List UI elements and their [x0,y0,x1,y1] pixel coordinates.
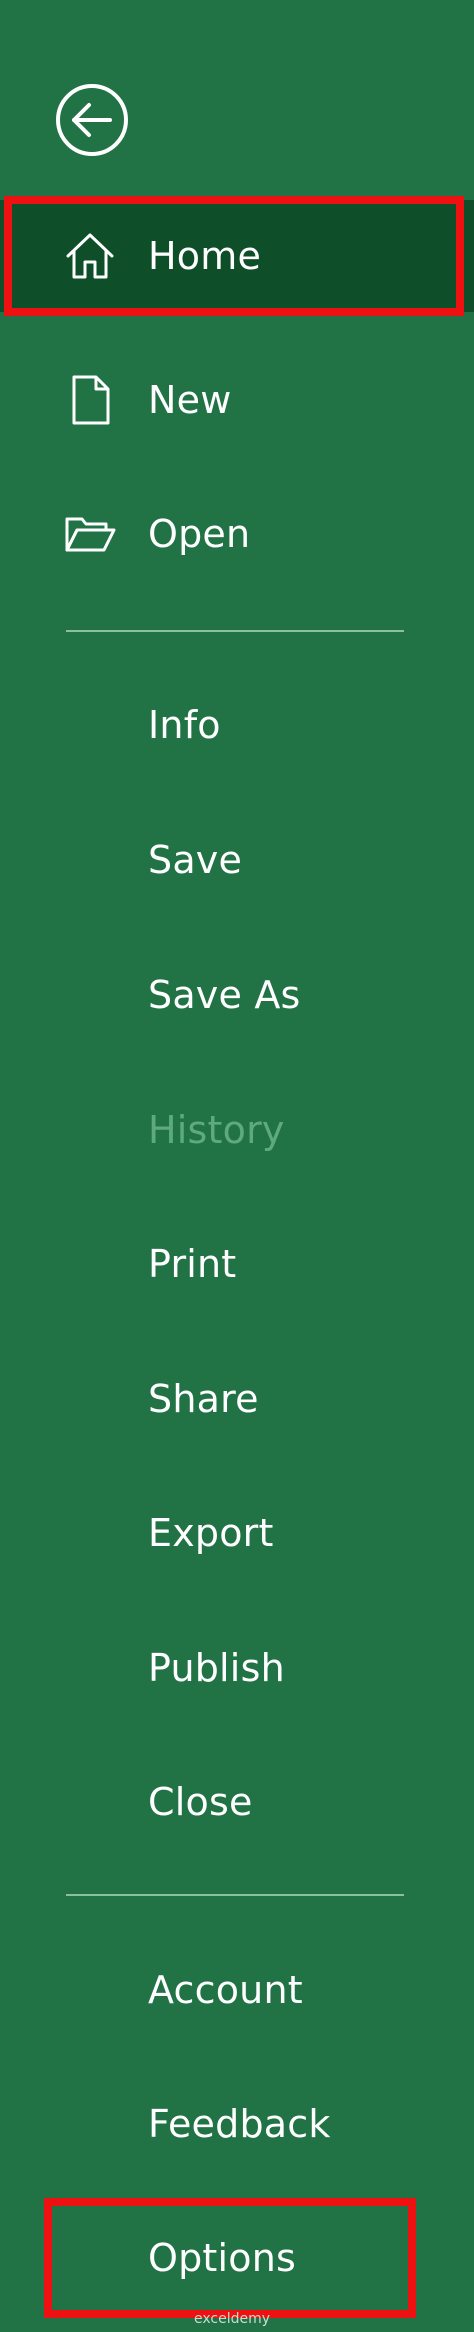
nav-item-label: Options [148,2236,297,2280]
backstage-nav: Home New Open Info Save Save As History [0,0,474,2332]
nav-item-share[interactable]: Share [0,1343,474,1455]
nav-item-publish[interactable]: Publish [0,1612,474,1724]
nav-item-label: Account [148,1968,303,2012]
nav-item-info[interactable]: Info [0,669,474,781]
nav-item-label: Info [148,703,221,747]
nav-item-home[interactable]: Home [0,200,474,312]
nav-item-save-as[interactable]: Save As [0,939,474,1051]
nav-item-feedback[interactable]: Feedback [0,2068,474,2180]
nav-item-open[interactable]: Open [0,478,474,590]
nav-item-label: Share [148,1377,259,1421]
nav-item-label: Open [148,512,251,556]
nav-item-print[interactable]: Print [0,1208,474,1320]
nav-item-label: Feedback [148,2102,331,2146]
menu-divider [66,1894,404,1896]
home-icon [64,230,116,282]
nav-item-new[interactable]: New [0,344,474,456]
nav-item-label: History [148,1108,285,1152]
nav-item-label: Home [148,234,262,278]
nav-item-history: History [0,1074,474,1186]
nav-item-label: Close [148,1780,253,1824]
back-arrow-icon [56,84,128,156]
nav-item-export[interactable]: Export [0,1477,474,1589]
nav-item-label: Save As [148,973,301,1017]
nav-item-options[interactable]: Options [0,2202,474,2314]
back-button[interactable] [54,82,130,158]
folder-open-icon [64,508,116,560]
nav-item-label: Publish [148,1646,285,1690]
nav-item-label: Save [148,838,243,882]
nav-item-label: Print [148,1242,237,1286]
menu-divider [66,630,404,632]
nav-item-account[interactable]: Account [0,1934,474,2046]
new-document-icon [64,374,116,426]
watermark: exceldemy [194,2311,271,2327]
nav-item-save[interactable]: Save [0,804,474,916]
nav-item-close[interactable]: Close [0,1746,474,1858]
nav-item-label: Export [148,1511,274,1555]
nav-item-label: New [148,378,232,422]
